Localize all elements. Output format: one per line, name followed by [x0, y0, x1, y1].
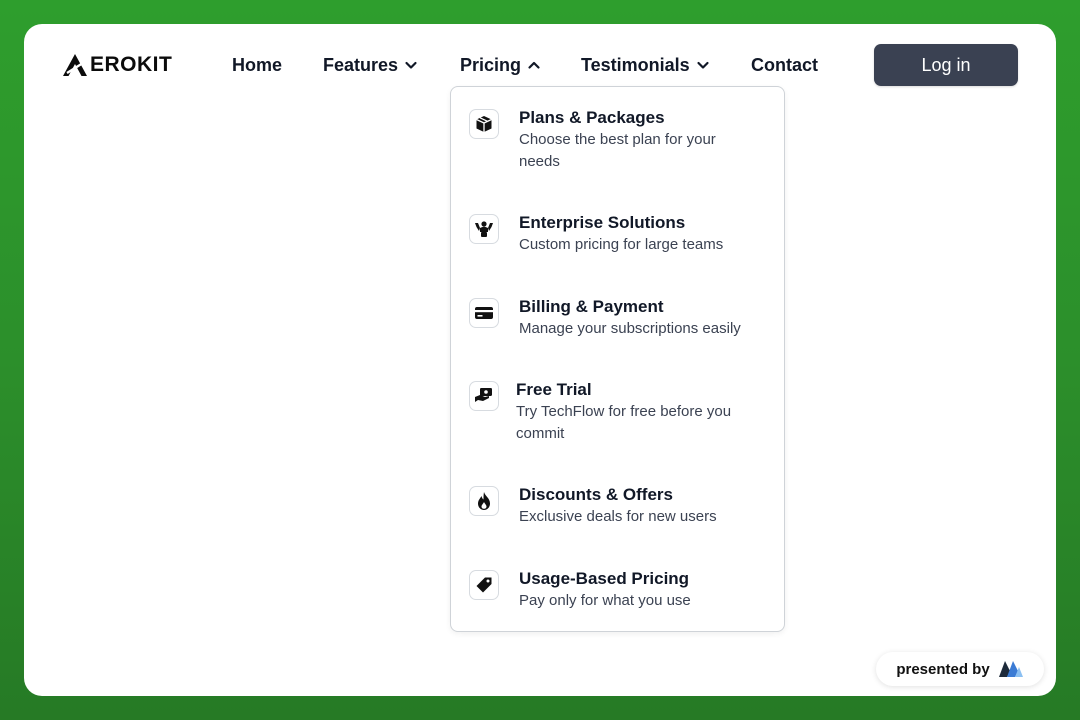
chevron-up-icon — [528, 61, 540, 69]
menu-item-free-trial[interactable]: Free Trial Try TechFlow for free before … — [469, 379, 769, 445]
presented-by-badge[interactable]: presented by — [876, 652, 1044, 686]
menu-item-billing-payment[interactable]: Billing & Payment Manage your subscripti… — [469, 296, 769, 342]
brand-logo[interactable]: EROKIT — [62, 52, 172, 78]
nav-contact[interactable]: Contact — [751, 52, 818, 78]
presenter-logo-icon — [998, 661, 1023, 677]
menu-item-plans-packages[interactable]: Plans & Packages Choose the best plan fo… — [469, 107, 769, 173]
menu-item-enterprise-solutions[interactable]: Enterprise Solutions Custom pricing for … — [469, 212, 769, 258]
chevron-down-icon — [697, 61, 709, 69]
package-icon — [469, 109, 499, 139]
nav-testimonials-label: Testimonials — [581, 54, 690, 75]
nav-home[interactable]: Home — [232, 52, 282, 78]
nav-pricing-label: Pricing — [460, 54, 522, 75]
page-card: EROKIT Home Features Pricing Testimonial… — [24, 24, 1056, 696]
team-icon — [469, 214, 499, 244]
menu-item-title: Billing & Payment — [519, 297, 664, 316]
menu-item-description: Custom pricing for large teams — [519, 236, 724, 253]
menu-item-description: Choose the best plan for your — [519, 131, 716, 148]
menu-item-title: Free Trial — [516, 380, 592, 399]
nav-features[interactable]: Features — [323, 52, 418, 78]
nav-contact-label: Contact — [751, 54, 818, 75]
nav-features-label: Features — [323, 54, 399, 75]
nav-home-label: Home — [232, 54, 283, 75]
login-button[interactable]: Log in — [874, 44, 1018, 86]
menu-item-title: Usage-Based Pricing — [519, 569, 690, 588]
menu-item-description: needs — [519, 153, 560, 170]
pricing-dropdown-menu: Plans & Packages Choose the best plan fo… — [450, 86, 785, 632]
menu-item-description: Manage your subscriptions easily — [519, 320, 741, 337]
credit-card-icon — [469, 298, 499, 328]
menu-item-discounts-offers[interactable]: Discounts & Offers Exclusive deals for n… — [469, 484, 769, 530]
hand-coin-icon — [469, 381, 499, 411]
price-tag-icon — [469, 570, 499, 600]
chevron-down-icon — [405, 61, 417, 69]
menu-item-title: Plans & Packages — [519, 108, 665, 127]
presented-by-label: presented by — [896, 660, 990, 678]
menu-item-title: Enterprise Solutions — [519, 213, 686, 232]
menu-item-description: Exclusive deals for new users — [519, 508, 717, 525]
menu-item-title: Discounts & Offers — [519, 485, 673, 504]
nav-testimonials[interactable]: Testimonials — [581, 52, 710, 78]
flame-icon — [469, 486, 499, 516]
logo-a-mark-icon — [63, 54, 87, 76]
menu-item-description: Try TechFlow for free before you — [516, 403, 732, 420]
menu-item-usage-based-pricing[interactable]: Usage-Based Pricing Pay only for what yo… — [469, 568, 769, 614]
menu-item-description: commit — [516, 425, 565, 442]
menu-item-description: Pay only for what you use — [519, 592, 691, 609]
nav-pricing[interactable]: Pricing — [460, 52, 541, 78]
logo-text: EROKIT — [90, 53, 173, 76]
